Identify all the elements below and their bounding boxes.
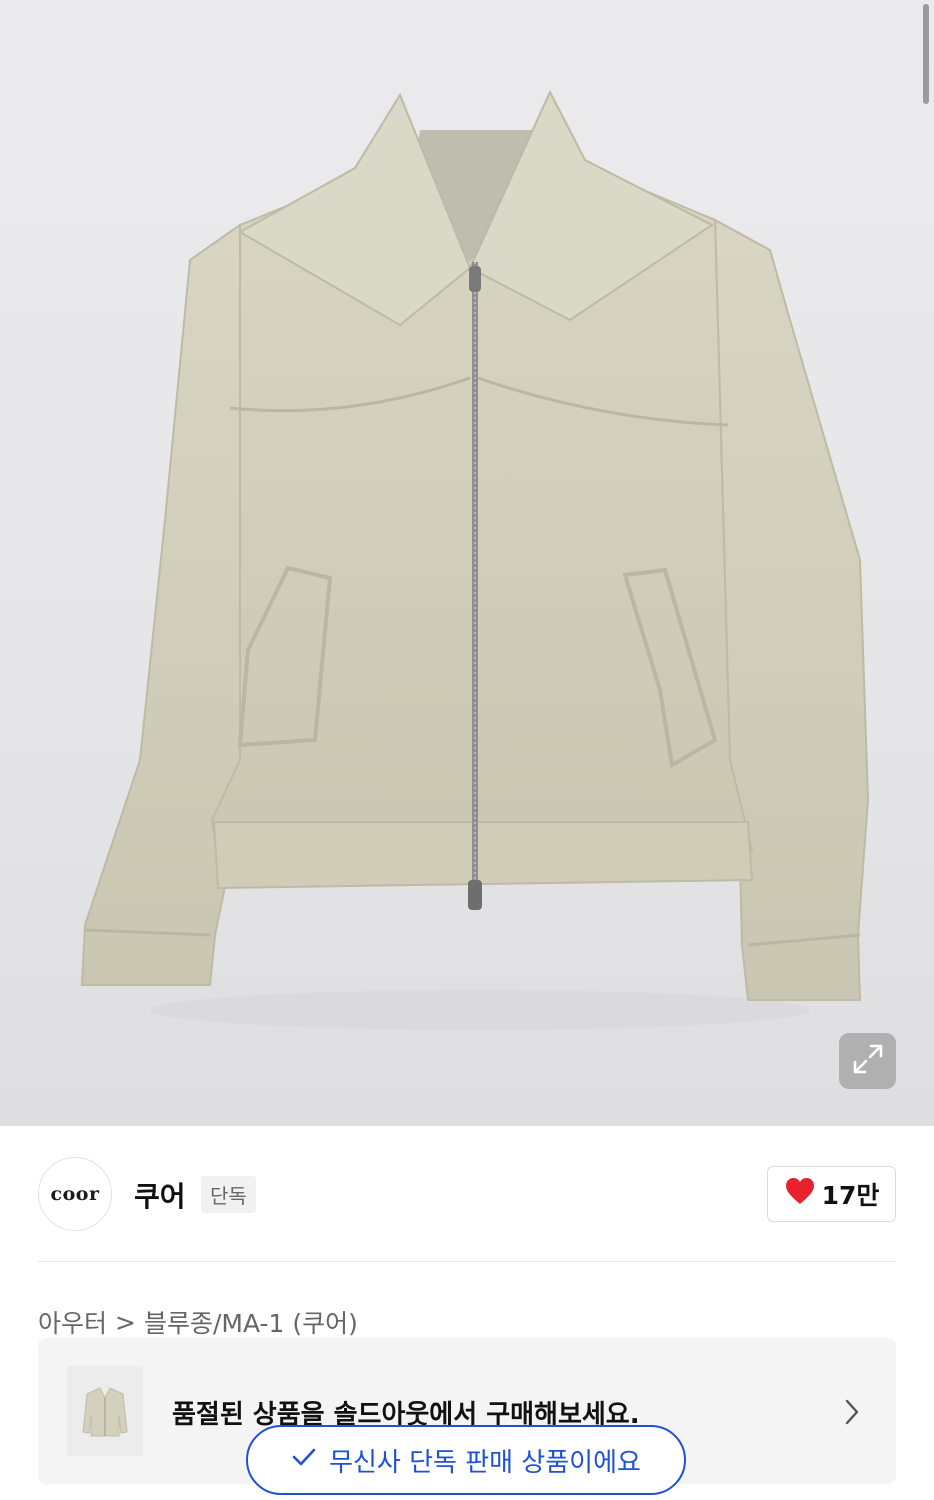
like-button[interactable]: 17만 [767,1166,896,1222]
divider [38,1261,896,1262]
brand-row: coor 쿠어 단독 17만 [38,1157,896,1231]
breadcrumb: 아우터 > 블루종/MA-1 (쿠어) [38,1304,358,1340]
brand-name[interactable]: 쿠어 [134,1175,186,1215]
soldout-thumbnail [67,1366,143,1456]
brand-logo[interactable]: coor [38,1157,112,1231]
page-scrollbar[interactable] [923,4,929,104]
breadcrumb-subcategory[interactable]: 블루종/MA-1 (쿠어) [144,1304,358,1340]
brand-logo-text: coor [50,1183,100,1205]
exclusive-badge: 단독 [201,1176,256,1213]
check-icon [291,1445,317,1475]
breadcrumb-separator: > [115,1307,136,1337]
product-image[interactable] [0,0,934,1126]
breadcrumb-category[interactable]: 아우터 [38,1304,107,1340]
heart-icon [784,1176,816,1212]
expand-icon [850,1041,886,1081]
toast-text: 무신사 단독 판매 상품이에요 [329,1447,641,1478]
expand-image-button[interactable] [839,1033,896,1089]
exclusive-toast[interactable]: 무신사 단독 판매 상품이에요 [246,1425,686,1495]
chevron-right-icon [844,1398,860,1430]
like-count: 17만 [821,1181,880,1210]
jacket-illustration [80,89,870,1030]
